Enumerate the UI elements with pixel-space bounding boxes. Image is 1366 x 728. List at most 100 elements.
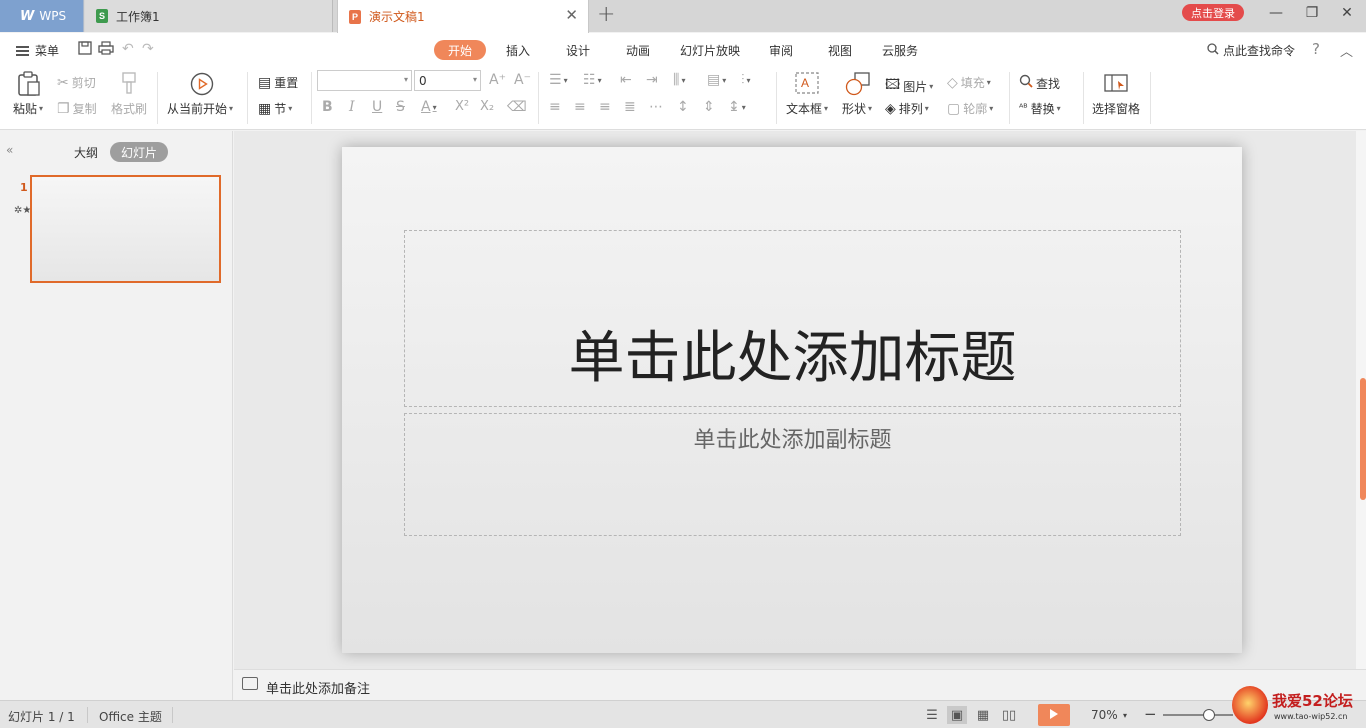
scrollbar-thumb[interactable] (1360, 378, 1366, 500)
notes-placeholder: 单击此处添加备注 (266, 682, 371, 697)
tab-animation[interactable]: 动画 (608, 40, 668, 60)
zoom-dropdown-icon[interactable]: ▾ (1123, 711, 1127, 720)
align-right-icon[interactable]: ≡ (599, 99, 611, 115)
align-left-icon[interactable]: ≡ (549, 99, 561, 115)
selection-pane-icon (1104, 72, 1128, 94)
slide[interactable]: 单击此处添加标题 单击此处添加副标题 (342, 147, 1242, 653)
subtitle-placeholder[interactable]: 单击此处添加副标题 (404, 413, 1181, 536)
text-direction-icon[interactable]: ▤ ▾ (707, 72, 726, 88)
section-button[interactable]: ▦ 节 ▾ (258, 100, 292, 117)
slide-sorter-icon[interactable]: ▦ (973, 706, 993, 724)
fill-label: 填充 (960, 76, 985, 90)
superscript-icon[interactable]: X² (455, 99, 469, 114)
zoom-slider-knob[interactable] (1203, 709, 1215, 721)
format-painter-button[interactable]: 格式刷 (111, 100, 147, 117)
redo-icon[interactable]: ↷ (142, 41, 154, 57)
collapse-ribbon-icon[interactable]: ︿ (1340, 41, 1353, 60)
distribute-icon[interactable]: ⋯ (649, 99, 663, 115)
font-name-select[interactable]: ▾ (317, 70, 412, 91)
selection-pane-button[interactable]: 选择窗格 (1092, 100, 1140, 117)
tab-design[interactable]: 设计 (548, 40, 608, 60)
paste-icon[interactable] (16, 71, 42, 97)
toolbar-divider (776, 72, 777, 124)
reset-button[interactable]: ▤ 重置 (258, 74, 298, 91)
close-tab-icon[interactable]: ✕ (565, 7, 578, 23)
print-icon[interactable] (98, 41, 114, 59)
title-placeholder[interactable]: 单击此处添加标题 (404, 230, 1181, 407)
login-button[interactable]: 点击登录 (1182, 4, 1244, 21)
text-box-button[interactable]: 文本框 ▾ (786, 100, 828, 117)
tab-cloud[interactable]: 云服务 (870, 40, 930, 60)
theme-name[interactable]: Office 主题 (99, 708, 162, 725)
main-menu-button[interactable]: 菜单 (16, 42, 59, 59)
shrink-font-icon[interactable]: A⁻ (514, 72, 531, 88)
tab-wps-home[interactable]: W WPS (0, 0, 84, 32)
notes-pane[interactable]: 单击此处添加备注 (234, 669, 1366, 700)
fill-button[interactable]: ◇ 填充 ▾ (947, 74, 991, 91)
minimize-icon[interactable]: — (1261, 3, 1291, 23)
slideshow-play-button[interactable] (1038, 704, 1070, 726)
close-window-icon[interactable]: ✕ (1332, 3, 1362, 23)
subscript-icon[interactable]: X₂ (480, 99, 494, 114)
outline-label: 轮廓 (963, 102, 988, 116)
columns-icon[interactable]: ⫼ ▾ (673, 72, 685, 88)
chevron-down-icon: ▾ (929, 81, 934, 91)
status-bar: 幻灯片 1 / 1 Office 主题 ☰ ▣ ▦ ▯▯ 70% ▾ − (0, 700, 1366, 728)
grow-font-icon[interactable]: A⁺ (489, 72, 506, 88)
notes-view-icon[interactable]: ☰ (922, 706, 942, 724)
save-icon[interactable] (78, 41, 92, 59)
zoom-out-icon[interactable]: − (1144, 705, 1157, 723)
spacing-options-icon[interactable]: ↨ ▾ (728, 99, 746, 115)
find-button[interactable]: 查找 (1019, 74, 1060, 92)
align-text-icon[interactable]: ⫶ ▾ (741, 72, 751, 88)
normal-view-icon[interactable]: ▣ (947, 706, 967, 724)
zoom-slider[interactable] (1163, 714, 1233, 716)
outline-tab[interactable]: 大纲 (74, 144, 98, 161)
watermark: 我爱52论坛 www.tao-wip52.cn (1228, 684, 1366, 728)
slide-thumbnail[interactable] (30, 175, 221, 283)
bullet-list-icon[interactable]: ☰ ▾ (549, 72, 568, 88)
decrease-indent-icon[interactable]: ⇤ (620, 72, 632, 88)
tab-review[interactable]: 审阅 (752, 40, 810, 60)
restore-icon[interactable]: ❐ (1297, 3, 1327, 23)
arrange-button[interactable]: ◈ 排列 ▾ (885, 100, 929, 117)
italic-icon[interactable]: I (349, 99, 355, 115)
font-size-select[interactable]: 0 ▾ (414, 70, 481, 91)
numbered-list-icon[interactable]: ☷ ▾ (583, 72, 602, 88)
help-icon[interactable]: ? (1312, 40, 1320, 58)
underline-icon[interactable]: U (372, 99, 382, 115)
strikethrough-icon[interactable]: S (396, 99, 405, 115)
eraser-icon[interactable]: ⌫ (507, 99, 527, 115)
new-tab-icon[interactable]: + (597, 3, 615, 27)
picture-button[interactable]: 🖾 图片 ▾ (885, 74, 933, 98)
outline-button[interactable]: ▢ 轮廓 ▾ (947, 100, 993, 117)
collapse-panel-icon[interactable]: « (6, 143, 13, 157)
ribbon-tabs: 开始 插入 设计 动画 幻灯片放映 审阅 视图 云服务 (434, 40, 930, 60)
bold-icon[interactable]: B (322, 99, 333, 115)
shape-button[interactable]: 形状 ▾ (842, 100, 872, 117)
tab-insert[interactable]: 插入 (488, 40, 548, 60)
from-current-button[interactable]: 从当前开始 ▾ (167, 100, 233, 117)
copy-button[interactable]: ❐ 复制 (57, 100, 97, 117)
paste-button[interactable]: 粘贴 ▾ (13, 100, 43, 117)
tab-workbook[interactable]: S 工作簿1 (85, 0, 333, 32)
tab-presentation[interactable]: P 演示文稿1 ✕ (337, 0, 589, 33)
undo-icon[interactable]: ↶ (122, 41, 134, 57)
paragraph-spacing-icon[interactable]: ⇕ (703, 99, 715, 115)
tab-home[interactable]: 开始 (434, 40, 486, 60)
wps-logo-icon: W (20, 8, 35, 24)
replace-button[interactable]: ᴬᴮ 替换 ▾ (1019, 100, 1061, 117)
svg-text:A: A (801, 76, 809, 90)
tab-view[interactable]: 视图 (810, 40, 870, 60)
zoom-level[interactable]: 70% (1091, 708, 1118, 722)
tab-slideshow[interactable]: 幻灯片放映 (668, 40, 752, 60)
align-center-icon[interactable]: ≡ (574, 99, 586, 115)
font-color-icon[interactable]: A ▾ (421, 99, 437, 115)
line-spacing-icon[interactable]: ↕ (677, 99, 689, 115)
slides-tab[interactable]: 幻灯片 (110, 142, 168, 162)
cut-button[interactable]: ✂ 剪切 (57, 74, 96, 91)
increase-indent-icon[interactable]: ⇥ (646, 72, 658, 88)
command-search[interactable]: 点此查找命令 (1207, 42, 1295, 59)
justify-icon[interactable]: ≣ (624, 99, 636, 115)
reading-view-icon[interactable]: ▯▯ (999, 706, 1019, 724)
